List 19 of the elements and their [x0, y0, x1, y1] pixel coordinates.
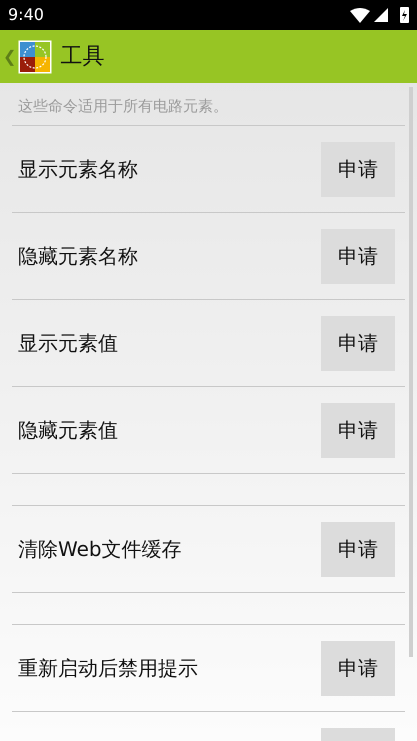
app-title: 工具 [60, 43, 104, 71]
command-label: 显示元素值 [18, 330, 118, 357]
command-label: 显示元素名称 [18, 156, 138, 183]
apply-button[interactable]: 申请 [321, 402, 395, 458]
command-label: 清除Web文件缓存 [18, 536, 182, 563]
signal-icon [374, 8, 388, 22]
apply-button[interactable]: 申请 [321, 228, 395, 284]
apply-button[interactable]: 申请 [321, 522, 395, 576]
apply-button[interactable]: 申请 [321, 640, 395, 696]
battery-icon [400, 7, 409, 23]
command-label: 隐藏元素名称 [18, 243, 138, 270]
app-logo-icon[interactable] [18, 40, 52, 74]
wifi-icon [350, 7, 370, 23]
hint-text: 这些命令适用于所有电路元素。 [18, 96, 228, 117]
apply-button[interactable]: 申请 [321, 142, 395, 196]
command-label: 重新启动后禁用提示 [18, 655, 198, 682]
status-time: 9:40 [8, 4, 44, 26]
command-label: 隐藏元素值 [18, 417, 118, 444]
apply-button[interactable]: 申请 [321, 316, 395, 370]
